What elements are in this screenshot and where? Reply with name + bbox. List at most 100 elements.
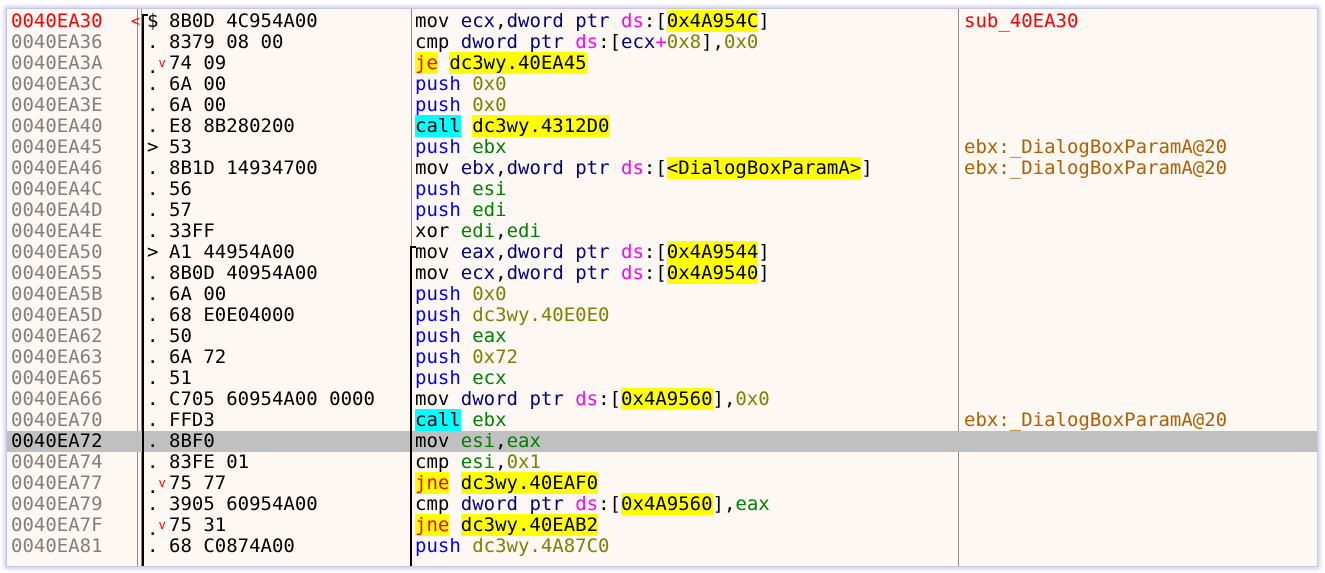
instruction[interactable]: cmp esi,0x1 <box>415 452 541 473</box>
disasm-row[interactable]: 0040EA4E. 33FF xor edi,edi <box>7 221 1317 242</box>
address-cell[interactable]: 0040EA45 <box>11 137 103 158</box>
address-cell[interactable]: 0040EA79 <box>11 494 103 515</box>
instruction[interactable]: push edi <box>415 200 507 221</box>
address-cell[interactable]: 0040EA63 <box>11 347 103 368</box>
disassembly-view[interactable]: 0040EA30 < $8B0D 4C954A00 mov ecx,dword ptr… <box>6 8 1318 567</box>
instruction-token: ] <box>758 10 770 32</box>
address-cell[interactable]: 0040EA7F <box>11 515 103 536</box>
address-cell[interactable]: 0040EA5D <box>11 305 103 326</box>
instruction[interactable]: push esi <box>415 179 507 200</box>
address-cell[interactable]: 0040EA4C <box>11 179 103 200</box>
instruction[interactable]: mov ecx,dword ptr ds:[0x4A954C] <box>415 10 770 32</box>
instruction[interactable]: jne dc3wy.40EAB2 <box>415 514 599 536</box>
address-cell[interactable]: 0040EA40 <box>11 116 103 137</box>
instruction[interactable]: push dc3wy.4A87C0 <box>415 536 610 557</box>
address-cell[interactable]: 0040EA62 <box>11 326 103 347</box>
disasm-row[interactable]: 0040EA66. C705 60954A00 0000 mov dword ptr… <box>7 388 1317 410</box>
instruction-token: 0x0 <box>735 388 770 410</box>
instruction-token: dc3wy.40EA45 <box>449 52 587 74</box>
instruction[interactable]: push 0x0 <box>415 284 507 305</box>
disasm-row[interactable]: 0040EA30 < $8B0D 4C954A00 mov ecx,dword ptr… <box>7 10 1317 32</box>
disasm-row[interactable]: 0040EA65. 51 push ecx <box>7 368 1317 389</box>
instruction[interactable]: mov ecx,dword ptr ds:[0x4A9540] <box>415 262 770 284</box>
disasm-row[interactable]: 0040EA4C. 56 push esi <box>7 179 1317 200</box>
instruction-token <box>449 493 460 515</box>
instruction[interactable]: mov ebx,dword ptr ds:[<DialogBoxParamA>] <box>415 157 873 179</box>
disasm-row[interactable]: 0040EA70. FFD3 call ebx ebx:_DialogBoxParam… <box>7 409 1317 431</box>
disasm-row[interactable]: 0040EA5D. 68 E0E04000 push dc3wy.40E0E0 <box>7 305 1317 326</box>
disasm-row[interactable]: 0040EA3A .v 74 09 je dc3wy.40EA45 <box>7 52 1317 78</box>
instruction-token: , <box>495 262 507 284</box>
address-cell[interactable]: 0040EA50 <box>11 242 103 263</box>
instruction[interactable]: mov eax,dword ptr ds:[0x4A9544] <box>415 241 770 263</box>
instruction-token: , <box>495 451 507 473</box>
disasm-row[interactable]: 0040EA55. 8B0D 40954A00 mov ecx,dword ptr … <box>7 262 1317 284</box>
address-cell[interactable]: 0040EA36 <box>11 32 103 53</box>
instruction[interactable]: push ebx <box>415 137 507 158</box>
disasm-row[interactable]: 0040EA62. 50 push eax <box>7 326 1317 347</box>
opcode-bytes: 83FE 01 <box>169 451 250 473</box>
disasm-row[interactable]: 0040EA3C. 6A 00 push 0x0 <box>7 74 1317 95</box>
instruction[interactable]: xor edi,edi <box>415 221 541 242</box>
address-cell[interactable]: 0040EA4E <box>11 221 103 242</box>
instruction-token: dword <box>506 262 564 284</box>
instruction[interactable]: push 0x0 <box>415 74 507 95</box>
instruction-token: ], <box>701 31 724 53</box>
instruction-token: ptr <box>575 10 610 32</box>
instruction-token: ] <box>861 157 873 179</box>
instruction[interactable]: cmp dword ptr ds:[0x4A9560],eax <box>415 493 770 515</box>
address-cell[interactable]: 0040EA3A <box>11 53 103 74</box>
instruction-token: dc3wy.40EAB2 <box>460 514 599 536</box>
address-cell[interactable]: 0040EA4D <box>11 200 103 221</box>
instruction-token: push <box>415 283 461 305</box>
instruction[interactable]: push 0x72 <box>415 347 518 368</box>
instruction[interactable]: mov esi,eax <box>415 431 541 452</box>
instruction-token: dword <box>506 157 564 179</box>
disasm-row[interactable]: 0040EA77 .v 75 77 jne dc3wy.40EAF0 <box>7 472 1317 498</box>
address-cell[interactable]: 0040EA30 <box>11 11 103 32</box>
opcode-bytes: E8 8B280200 <box>169 115 295 137</box>
instruction-token: dword <box>460 388 518 410</box>
address-cell[interactable]: 0040EA81 <box>11 536 103 557</box>
instruction[interactable]: call ebx <box>415 409 507 431</box>
disasm-row[interactable]: 0040EA3E. 6A 00 push 0x0 <box>7 95 1317 116</box>
address-cell[interactable]: 0040EA72 <box>11 431 103 452</box>
opcode-bytes: 8B0D 40954A00 <box>169 262 318 284</box>
instruction-token: ptr <box>529 493 564 515</box>
address-cell[interactable]: 0040EA46 <box>11 158 103 179</box>
disasm-row[interactable]: 0040EA5B. 6A 00 push 0x0 <box>7 284 1317 305</box>
instruction[interactable]: call dc3wy.4312D0 <box>415 115 610 137</box>
instruction[interactable]: je dc3wy.40EA45 <box>415 52 587 74</box>
address-cell[interactable]: 0040EA3E <box>11 95 103 116</box>
instruction-token: eax <box>472 325 507 347</box>
address-cell[interactable]: 0040EA77 <box>11 473 103 494</box>
disasm-row[interactable]: 0040EA7F .v 75 31 jne dc3wy.40EAB2 <box>7 514 1317 540</box>
address-cell[interactable]: 0040EA66 <box>11 389 103 410</box>
instruction-token <box>461 304 472 326</box>
instruction[interactable]: push eax <box>415 326 507 347</box>
disasm-row[interactable]: 0040EA4D. 57 push edi <box>7 200 1317 221</box>
instruction[interactable]: push ecx <box>415 368 507 389</box>
address-cell[interactable]: 0040EA70 <box>11 410 103 431</box>
disasm-row[interactable]: 0040EA79. 3905 60954A00 cmp dword ptr ds:[… <box>7 493 1317 515</box>
instruction[interactable]: mov dword ptr ds:[0x4A9560],0x0 <box>415 388 770 410</box>
address-cell[interactable]: 0040EA65 <box>11 368 103 389</box>
address-cell[interactable]: 0040EA3C <box>11 74 103 95</box>
disasm-row[interactable]: 0040EA81. 68 C0874A00 push dc3wy.4A87C0 <box>7 536 1317 557</box>
address-cell[interactable]: 0040EA5B <box>11 284 103 305</box>
address-cell[interactable]: 0040EA55 <box>11 263 103 284</box>
disasm-row[interactable]: 0040EA46. 8B1D 14934700 mov ebx,dword ptr … <box>7 157 1317 179</box>
disasm-row[interactable]: 0040EA72. 8BF0 mov esi,eax <box>7 431 1317 452</box>
disasm-row[interactable]: 0040EA40. E8 8B280200 call dc3wy.4312D0 <box>7 115 1317 137</box>
instruction[interactable]: jne dc3wy.40EAF0 <box>415 472 599 494</box>
instruction[interactable]: push dc3wy.40E0E0 <box>415 305 610 326</box>
disasm-row[interactable]: 0040EA50 > A1 44954A00 mov eax,dword ptr ds… <box>7 241 1317 263</box>
disasm-row[interactable]: 0040EA63. 6A 72 push 0x72 <box>7 347 1317 368</box>
instruction-token <box>461 199 472 221</box>
address-cell[interactable]: 0040EA74 <box>11 452 103 473</box>
instruction[interactable]: cmp dword ptr ds:[ecx+0x8],0x0 <box>415 32 758 53</box>
instruction[interactable]: push 0x0 <box>415 95 507 116</box>
disasm-row[interactable]: 0040EA74. 83FE 01 cmp esi,0x1 <box>7 452 1317 473</box>
disasm-row[interactable]: 0040EA36. 8379 08 00 cmp dword ptr ds:[ecx… <box>7 32 1317 53</box>
disasm-row[interactable]: 0040EA45 >53 push ebx ebx:_DialogBoxParamA@… <box>7 137 1317 158</box>
